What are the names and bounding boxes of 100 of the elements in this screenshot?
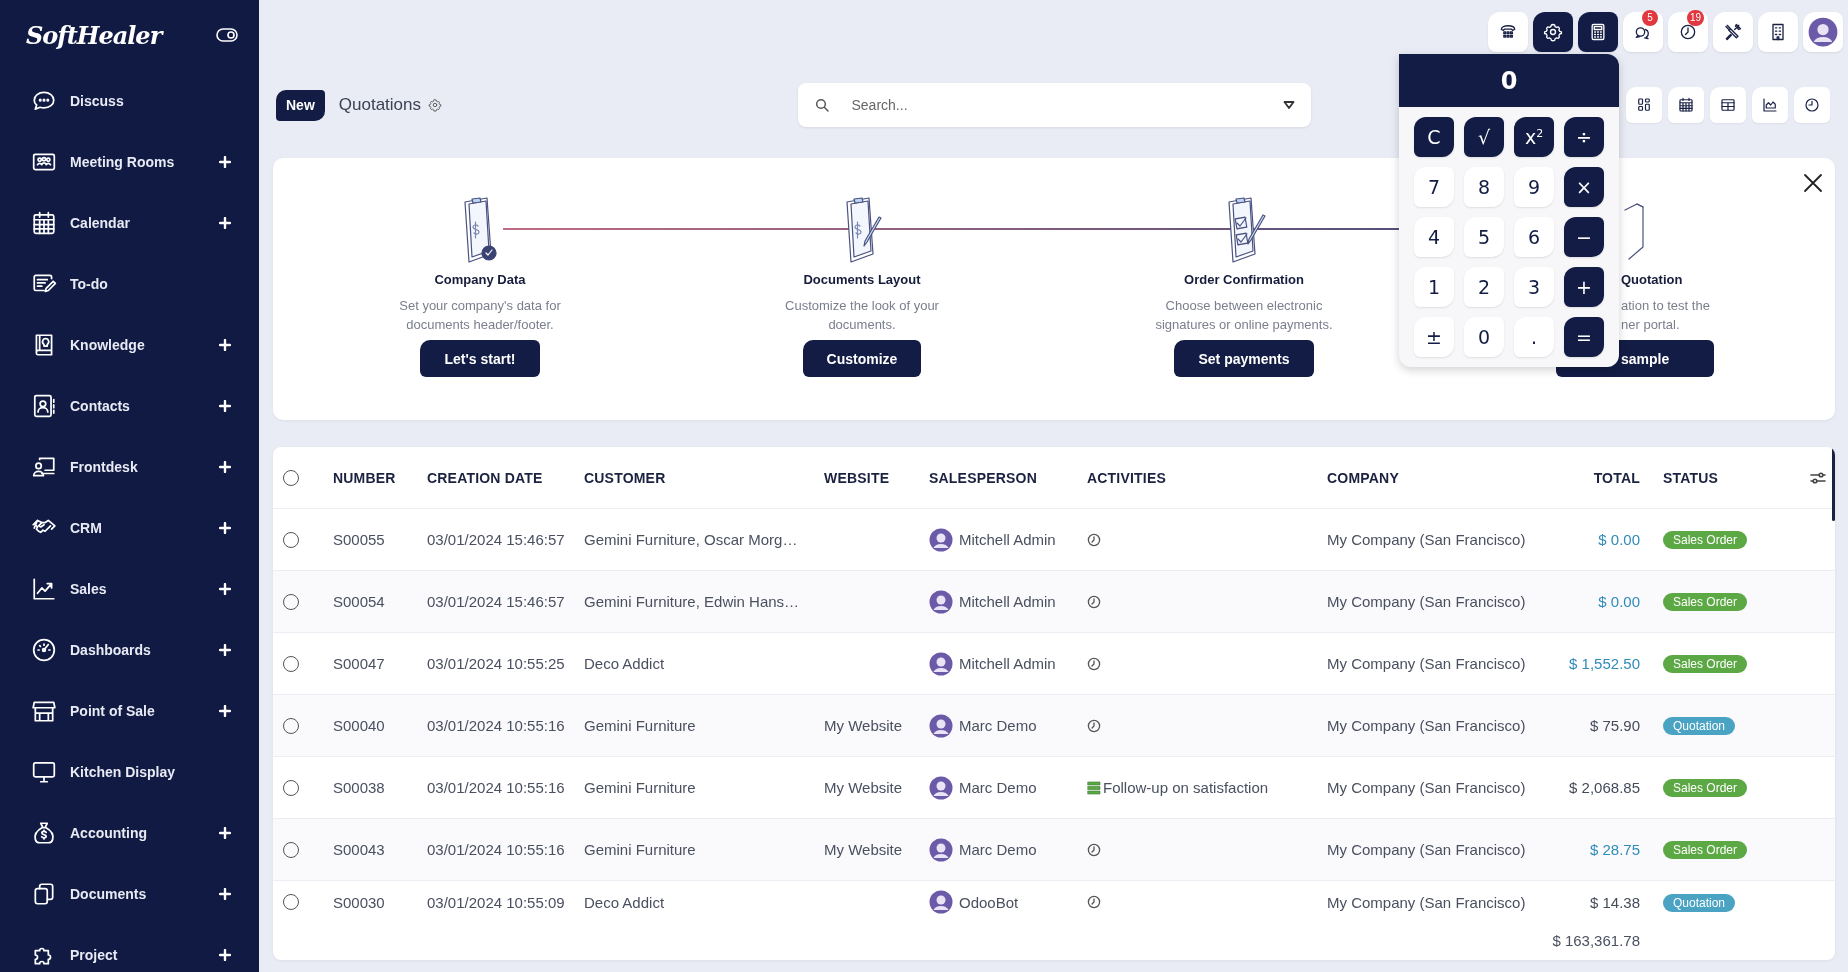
- column-header[interactable]: CREATION DATE: [427, 469, 584, 486]
- sidebar-item[interactable]: Sales: [0, 558, 259, 619]
- clock-icon[interactable]: [1087, 718, 1101, 733]
- step-button[interactable]: Customize: [802, 340, 922, 377]
- calculator-key[interactable]: 9: [1514, 167, 1554, 207]
- search-field[interactable]: Search...: [849, 96, 1263, 114]
- avatar-icon: [1808, 17, 1838, 47]
- sidebar-item[interactable]: Kitchen Display: [0, 741, 259, 802]
- count-badge: 5: [1642, 10, 1658, 26]
- clock-icon[interactable]: [1087, 656, 1101, 671]
- column-header[interactable]: SALESPERSON: [929, 469, 1087, 486]
- column-header[interactable]: NUMBER: [333, 469, 427, 486]
- plus-icon[interactable]: [219, 704, 231, 717]
- sidebar-item[interactable]: Knowledge: [0, 314, 259, 375]
- calculator-key[interactable]: √: [1464, 117, 1504, 157]
- sidebar-item[interactable]: Calendar: [0, 192, 259, 253]
- sidebar-item[interactable]: Project: [0, 924, 259, 972]
- calculator-key[interactable]: 7: [1414, 167, 1454, 207]
- new-button[interactable]: New: [276, 89, 325, 121]
- calculator-key[interactable]: 6: [1514, 217, 1554, 257]
- table-cell-text: My Website: [824, 779, 904, 796]
- phone-button[interactable]: [1488, 12, 1528, 52]
- sidebar-item[interactable]: Contacts: [0, 375, 259, 436]
- plus-icon[interactable]: [219, 338, 231, 351]
- table-cell-text: 03/01/2024 15:46:57: [427, 531, 566, 548]
- building-button[interactable]: [1758, 12, 1798, 52]
- sidebar-item[interactable]: Point of Sale: [0, 680, 259, 741]
- sidebar-item[interactable]: Documents: [0, 863, 259, 924]
- sidebar-item[interactable]: Meeting Rooms: [0, 131, 259, 192]
- sliders-icon[interactable]: [1809, 470, 1826, 485]
- plus-icon[interactable]: [219, 521, 231, 534]
- column-header[interactable]: COMPANY: [1327, 469, 1560, 486]
- plus-icon[interactable]: [219, 643, 231, 656]
- activity-text[interactable]: Follow-up on satisfaction: [1103, 779, 1269, 796]
- calculator-key[interactable]: 1: [1414, 267, 1454, 307]
- clock-icon[interactable]: [1087, 895, 1101, 909]
- column-header[interactable]: CUSTOMER: [584, 469, 824, 486]
- plus-icon[interactable]: [219, 887, 231, 900]
- clock-button[interactable]: 19: [1668, 12, 1708, 52]
- scrollbar[interactable]: [1832, 447, 1835, 521]
- plus-icon[interactable]: [219, 399, 231, 412]
- calculator-key[interactable]: 4: [1414, 217, 1454, 257]
- plus-icon[interactable]: [219, 948, 231, 961]
- graph-view-button[interactable]: [1752, 87, 1788, 123]
- calculator-key[interactable]: 5: [1464, 217, 1504, 257]
- clock-icon[interactable]: [1087, 594, 1101, 609]
- chat-button[interactable]: 5: [1623, 12, 1663, 52]
- calculator-key[interactable]: 8: [1464, 167, 1504, 207]
- settings-button[interactable]: [1533, 12, 1573, 52]
- step-button[interactable]: Let's start!: [420, 340, 540, 377]
- app-logo[interactable]: SoftHealer: [26, 20, 162, 50]
- tools-icon: [1723, 22, 1743, 42]
- sidebar-item[interactable]: Dashboards: [0, 619, 259, 680]
- column-header[interactable]: TOTAL: [1560, 469, 1640, 486]
- table-cell-text: My Company (San Francisco): [1327, 717, 1527, 734]
- status-badge: Sales Order: [1663, 655, 1748, 673]
- calculator-key[interactable]: ±: [1414, 317, 1454, 357]
- calculator-key[interactable]: =: [1564, 317, 1604, 357]
- calculator-key[interactable]: x$^{2}$: [1514, 117, 1554, 157]
- calculator-button[interactable]: [1578, 12, 1618, 52]
- tools-button[interactable]: [1713, 12, 1753, 52]
- clock-icon[interactable]: [1087, 842, 1101, 857]
- step-button[interactable]: Set payments: [1174, 340, 1314, 377]
- column-header[interactable]: STATUS: [1640, 469, 1800, 486]
- row-checkbox[interactable]: [283, 894, 299, 910]
- avatar-icon: [929, 713, 953, 738]
- kanban-view-button[interactable]: [1626, 87, 1662, 123]
- documents-icon: [31, 880, 57, 907]
- clock-icon[interactable]: [1087, 532, 1101, 547]
- sidebar-item[interactable]: CRM: [0, 497, 259, 558]
- column-header[interactable]: ACTIVITIES: [1087, 469, 1327, 486]
- sidebar-item[interactable]: To-do: [0, 253, 259, 314]
- user-avatar-button[interactable]: [1803, 12, 1843, 52]
- total-amount: $ 14.38: [1588, 893, 1640, 911]
- column-header[interactable]: WEBSITE: [824, 469, 929, 486]
- calculator-key[interactable]: ×: [1564, 167, 1604, 207]
- calendar-view-button[interactable]: [1668, 87, 1704, 123]
- plus-icon[interactable]: [219, 826, 231, 839]
- plus-icon[interactable]: [219, 582, 231, 595]
- calculator-key[interactable]: C: [1414, 117, 1454, 157]
- calculator-key[interactable]: +: [1564, 267, 1604, 307]
- sidebar-item[interactable]: Frontdesk: [0, 436, 259, 497]
- activity-view-button[interactable]: [1794, 87, 1830, 123]
- dropdown-icon[interactable]: [1282, 100, 1295, 110]
- calculator-key[interactable]: .: [1514, 317, 1554, 357]
- sidebar-item[interactable]: Discuss: [0, 70, 259, 131]
- calculator-key[interactable]: ÷: [1564, 117, 1604, 157]
- table-view-button[interactable]: [1710, 87, 1746, 123]
- settings-icon[interactable]: [428, 98, 443, 112]
- close-icon[interactable]: [1803, 173, 1823, 193]
- plus-icon[interactable]: [219, 460, 231, 473]
- calculator-key[interactable]: 3: [1514, 267, 1554, 307]
- calculator-key[interactable]: 2: [1464, 267, 1504, 307]
- sidebar-item[interactable]: Accounting: [0, 802, 259, 863]
- calculator-key[interactable]: 0: [1464, 317, 1504, 357]
- plus-icon[interactable]: [219, 216, 231, 229]
- search-bar[interactable]: Search...: [797, 83, 1311, 127]
- calculator-key[interactable]: −: [1564, 217, 1604, 257]
- table-cell-text: S00030: [333, 893, 386, 911]
- plus-icon[interactable]: [219, 155, 231, 168]
